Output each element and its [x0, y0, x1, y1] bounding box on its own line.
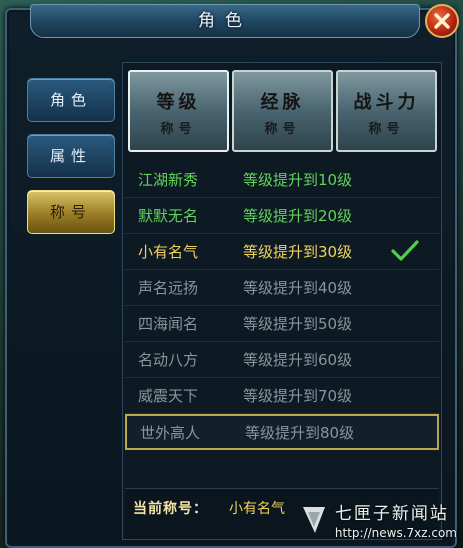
combat-power-titles-button[interactable]: 战斗力 称号	[336, 70, 437, 152]
category-sublabel: 称号	[160, 122, 197, 137]
category-sublabel: 称号	[368, 122, 405, 137]
title-row[interactable]: 声名远扬 等级提升到40级	[125, 270, 439, 306]
window-title-bar: 角色	[30, 4, 420, 38]
title-row[interactable]: 四海闻名 等级提升到50级	[125, 306, 439, 342]
title-name: 世外高人	[140, 423, 201, 442]
level-titles-button[interactable]: 等级 称号	[128, 70, 229, 152]
title-requirement: 等级提升到80级	[245, 423, 355, 442]
title-name: 江湖新秀	[138, 171, 199, 189]
close-button[interactable]	[425, 4, 459, 38]
title-requirement: 等级提升到50级	[243, 315, 353, 333]
title-requirement: 等级提升到20级	[243, 207, 353, 225]
title-row[interactable]: 默默无名 等级提升到20级	[125, 198, 439, 234]
title-requirement: 等级提升到60级	[243, 351, 353, 369]
checkmark-icon	[391, 240, 419, 261]
category-label: 战斗力	[353, 92, 420, 113]
title-name: 四海闻名	[138, 315, 199, 333]
title-row-selected[interactable]: 世外高人 等级提升到80级	[125, 414, 439, 450]
category-label: 经脉	[260, 92, 305, 113]
title-name: 小有名气	[138, 243, 199, 261]
tab-titles[interactable]: 称号	[27, 190, 115, 234]
title-row[interactable]: 威震天下 等级提升到70级	[125, 378, 439, 414]
title-name: 威震天下	[138, 387, 199, 405]
window-title: 角色	[198, 11, 252, 31]
site-logo-icon	[302, 506, 325, 533]
title-row[interactable]: 名动八方 等级提升到60级	[125, 342, 439, 378]
current-title-label: 当前称号：	[133, 501, 208, 517]
title-requirement: 等级提升到70级	[243, 387, 353, 405]
title-name: 默默无名	[138, 207, 199, 225]
tab-attributes[interactable]: 属性	[27, 134, 115, 178]
title-name: 声名远扬	[138, 279, 199, 297]
title-list: 江湖新秀 等级提升到10级 默默无名 等级提升到20级 小有名气 等级提升到30…	[125, 162, 439, 450]
title-name: 名动八方	[138, 351, 199, 369]
category-sublabel: 称号	[264, 122, 301, 137]
close-icon	[434, 13, 450, 29]
title-requirement: 等级提升到10级	[243, 171, 353, 189]
title-requirement: 等级提升到40级	[243, 279, 353, 297]
title-row-current[interactable]: 小有名气 等级提升到30级	[125, 234, 439, 270]
current-title-value: 小有名气	[229, 501, 285, 517]
tab-character[interactable]: 角色	[27, 78, 115, 122]
title-requirement: 等级提升到30级	[243, 243, 353, 261]
category-label: 等级	[156, 92, 201, 113]
meridian-titles-button[interactable]: 经脉 称号	[232, 70, 333, 152]
watermark-url: http://news.7xz.com	[334, 526, 457, 540]
title-row[interactable]: 江湖新秀 等级提升到10级	[125, 162, 439, 198]
watermark-title: 七匣子新闻站	[334, 504, 449, 524]
watermark: 七匣子新闻站 http://news.7xz.com	[299, 499, 457, 540]
